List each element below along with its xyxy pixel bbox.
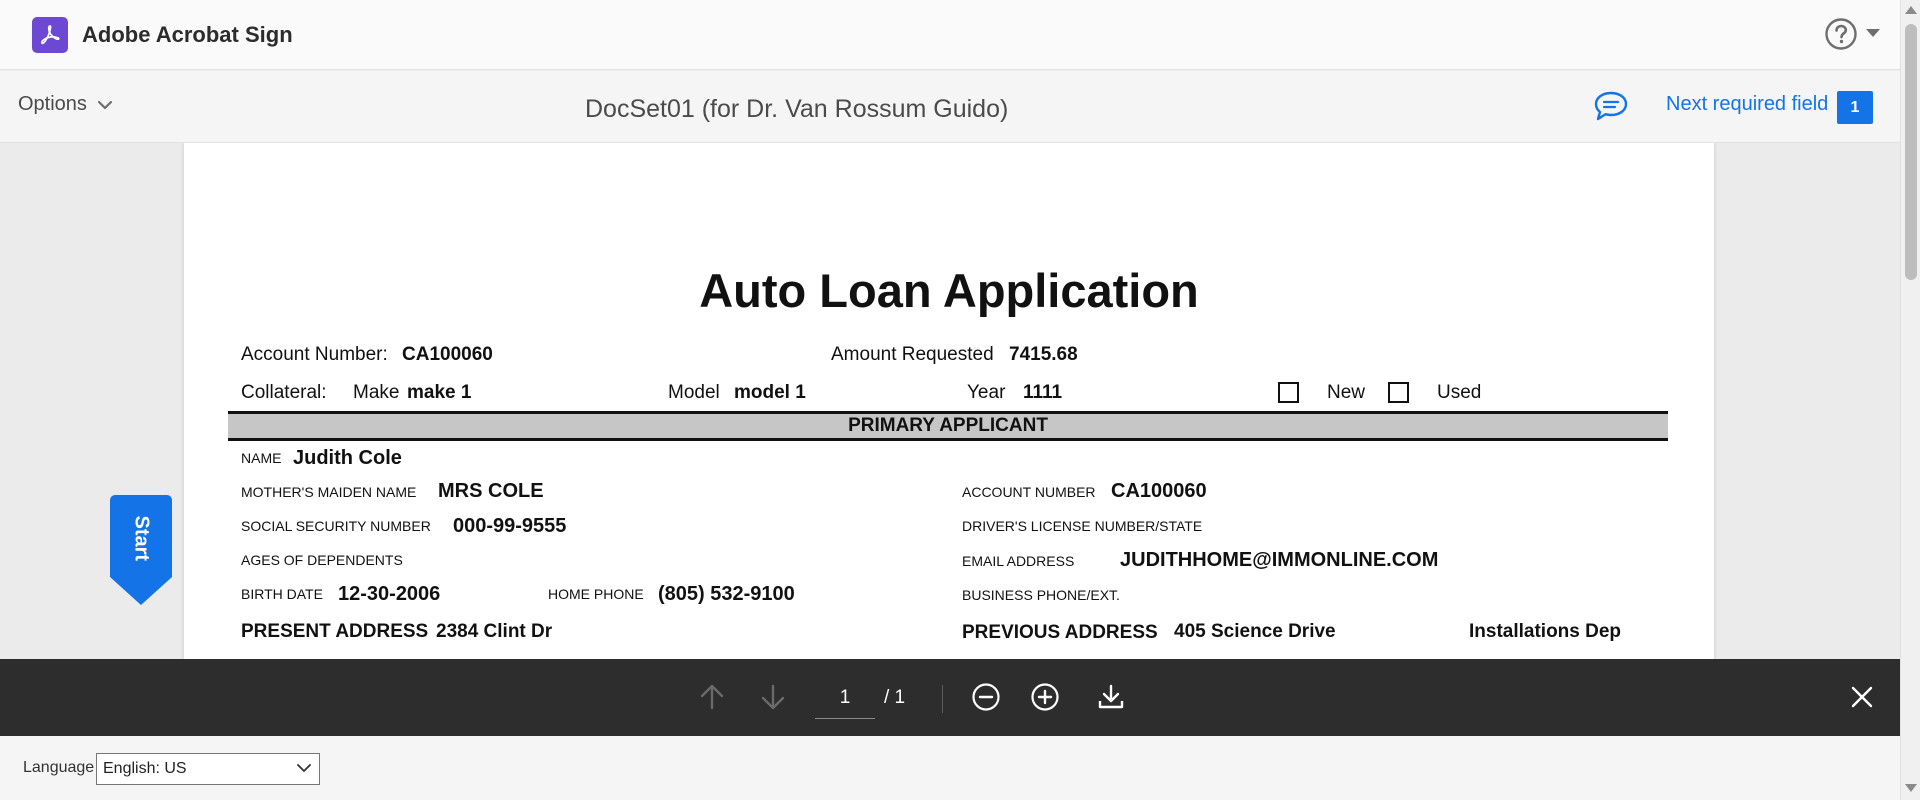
zoom-in-icon[interactable] (1026, 678, 1064, 716)
amount-requested-label: Amount Requested (831, 344, 994, 365)
new-label: New (1327, 382, 1366, 403)
page-total: / 1 (884, 687, 906, 708)
collateral-label: Collateral: (241, 382, 327, 403)
document-viewport[interactable]: Auto Loan Application Account Number: CA… (0, 143, 1900, 659)
ssn-value: 000-99-9555 (453, 515, 567, 537)
drivers-license-label: DRIVER'S LICENSE NUMBER/STATE (962, 518, 1203, 534)
primary-applicant-section-header: PRIMARY APPLICANT (228, 411, 1668, 441)
page-scrollbar[interactable] (1900, 0, 1920, 800)
model-value: model 1 (734, 382, 806, 403)
app-title: Adobe Acrobat Sign (82, 22, 293, 47)
new-checkbox[interactable] (1278, 382, 1299, 403)
home-phone-label: HOME PHONE (548, 586, 644, 602)
footer: Language English: US (0, 736, 1900, 800)
year-label: Year (967, 382, 1006, 403)
home-phone-value: (805) 532-9100 (658, 583, 795, 605)
document-page: Auto Loan Application Account Number: CA… (184, 143, 1714, 659)
app-header: Adobe Acrobat Sign (0, 0, 1900, 70)
previous-address-value: 405 Science Drive (1174, 621, 1336, 642)
previous-address-extra: Installations Dep (1469, 621, 1622, 642)
chevron-down-icon (97, 100, 113, 109)
next-required-field-count-badge[interactable]: 1 (1837, 91, 1873, 124)
email-address-label: EMAIL ADDRESS (962, 553, 1075, 569)
name-value: Judith Cole (293, 447, 402, 469)
close-icon[interactable] (1843, 678, 1881, 716)
help-menu-caret-icon[interactable] (1866, 29, 1880, 37)
used-label: Used (1437, 382, 1482, 403)
language-select[interactable]: English: US (96, 753, 320, 785)
year-value: 1111 (1023, 382, 1063, 403)
zoom-out-icon[interactable] (967, 678, 1005, 716)
scrollbar-thumb[interactable] (1905, 24, 1917, 280)
account-number-label: Account Number: (241, 344, 388, 365)
options-button[interactable]: Options (18, 93, 113, 116)
language-selected-value: English: US (103, 760, 187, 777)
page-navigation-bar: / 1 (0, 659, 1900, 736)
options-label: Options (18, 93, 87, 115)
comment-icon[interactable] (1592, 89, 1630, 123)
applicant-account-number-label: ACCOUNT NUMBER (962, 484, 1096, 500)
previous-address-label: PREVIOUS ADDRESS (962, 622, 1158, 643)
start-label: Start (130, 515, 153, 562)
account-number-value: CA100060 (402, 344, 493, 365)
control-divider (942, 685, 943, 713)
present-address-value: 2384 Clint Dr (436, 621, 553, 642)
download-icon[interactable] (1092, 678, 1130, 716)
make-value: make 1 (407, 382, 472, 403)
ssn-label: SOCIAL SECURITY NUMBER (241, 518, 431, 534)
language-label: Language (23, 759, 95, 776)
used-checkbox[interactable] (1388, 382, 1409, 403)
amount-requested-value: 7415.68 (1009, 344, 1078, 365)
email-address-value: JUDITHHOME@IMMONLINE.COM (1120, 549, 1439, 571)
ages-of-dependents-label: AGES OF DEPENDENTS (241, 552, 403, 568)
model-label: Model (668, 382, 720, 403)
applicant-account-number-value: CA100060 (1111, 480, 1207, 502)
scroll-up-arrow-icon[interactable] (1905, 6, 1917, 14)
document-title: DocSet01 (for Dr. Van Rossum Guido) (585, 95, 1009, 123)
maiden-name-label: MOTHER'S MAIDEN NAME (241, 484, 417, 500)
start-button[interactable]: Start (110, 495, 172, 605)
name-label: NAME (241, 450, 282, 466)
chevron-down-icon (297, 764, 311, 772)
birth-date-value: 12-30-2006 (338, 583, 441, 605)
acrobat-logo-icon (32, 17, 68, 53)
previous-page-arrow-up-icon[interactable] (693, 678, 731, 716)
next-required-field-link[interactable]: Next required field (1666, 93, 1828, 116)
page-number-input[interactable] (815, 677, 875, 719)
document-toolbar: Options DocSet01 (for Dr. Van Rossum Gui… (0, 71, 1900, 143)
business-phone-label: BUSINESS PHONE/EXT. (962, 587, 1120, 603)
make-label: Make (353, 382, 400, 403)
scroll-down-arrow-icon[interactable] (1905, 784, 1917, 792)
next-page-arrow-down-icon[interactable] (754, 678, 792, 716)
help-icon[interactable] (1824, 17, 1858, 51)
maiden-name-value: MRS COLE (438, 480, 544, 502)
present-address-label: PRESENT ADDRESS (241, 621, 429, 642)
form-title: Auto Loan Application (699, 264, 1199, 317)
birth-date-label: BIRTH DATE (241, 586, 323, 602)
